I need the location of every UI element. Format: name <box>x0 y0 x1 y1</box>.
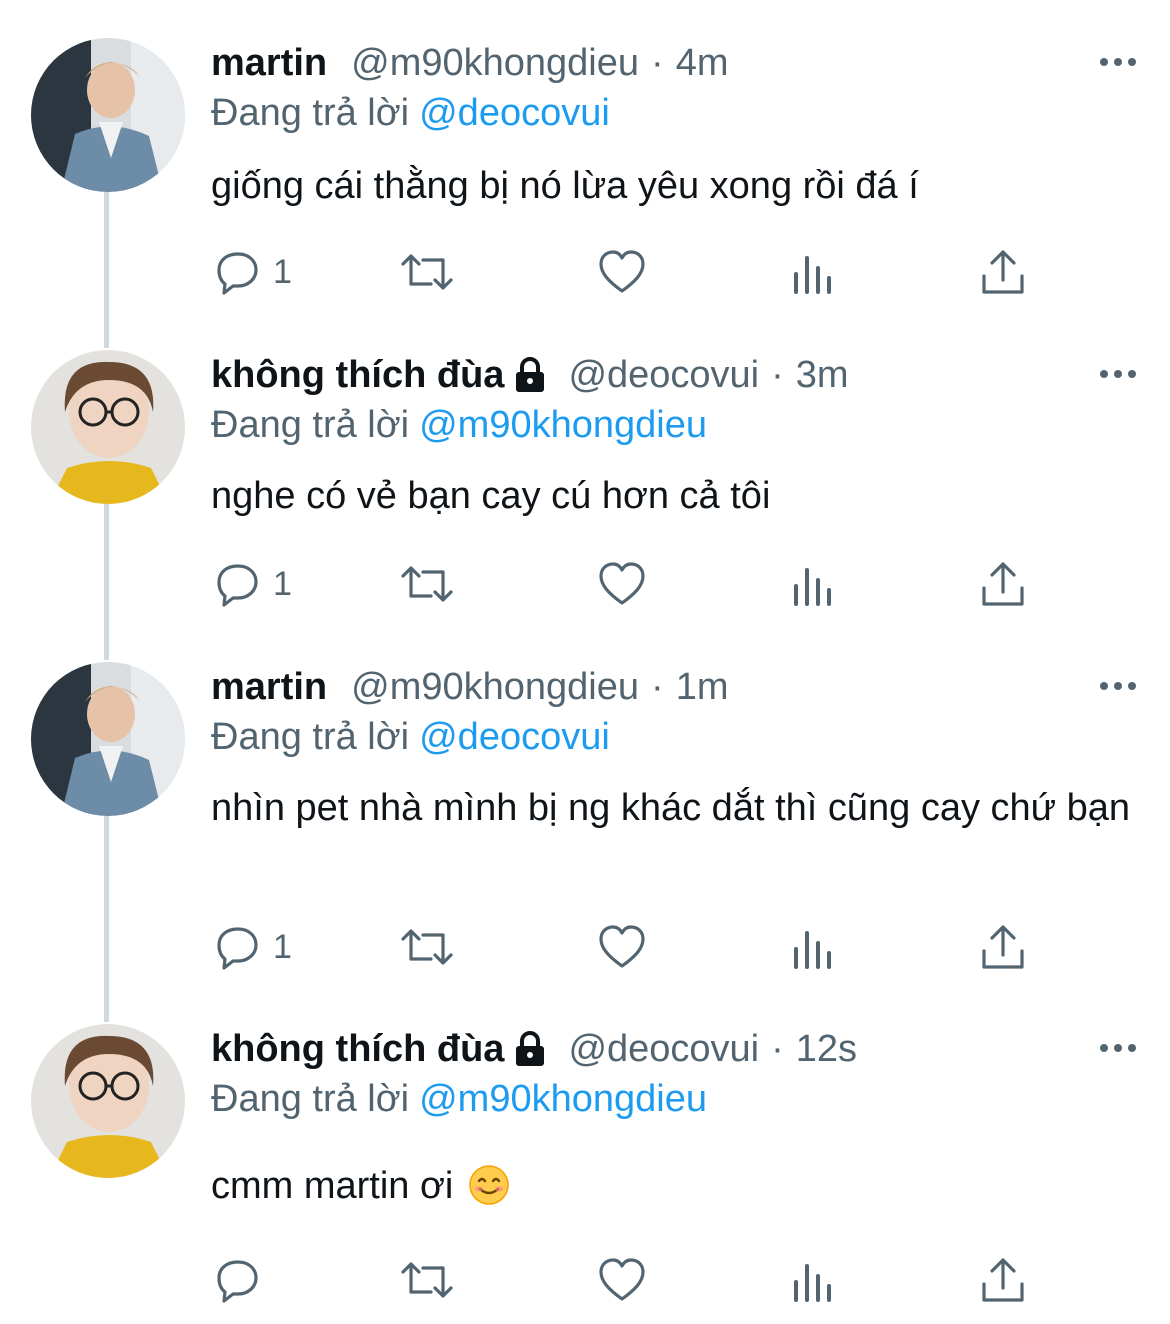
action-bar: 1 <box>211 246 1041 298</box>
timestamp[interactable]: 12s <box>796 1028 857 1071</box>
separator: · <box>651 665 664 708</box>
replying-to-label: Đang trả lời <box>211 404 410 446</box>
separator: · <box>771 1027 784 1070</box>
tweet-text: cmm martin ơi <box>211 1160 1131 1212</box>
heart-icon <box>599 250 645 293</box>
mention-link[interactable]: @deocovui <box>419 716 610 758</box>
avatar[interactable] <box>31 38 185 192</box>
avatar[interactable] <box>31 662 185 816</box>
reply-button[interactable]: 1 <box>211 246 292 298</box>
tweet-header: martin @m90khongdieu · 4m <box>211 38 728 88</box>
retweet-button[interactable] <box>399 1254 455 1306</box>
bar-chart-icon <box>794 568 831 606</box>
action-bar <box>211 1254 1041 1306</box>
retweet-icon <box>401 566 453 602</box>
heart-icon <box>599 925 645 968</box>
tweet-header: martin @m90khongdieu · 1m <box>211 662 728 712</box>
like-button[interactable] <box>596 1254 648 1306</box>
display-name[interactable]: không thích đùa <box>211 354 504 397</box>
retweet-button[interactable] <box>399 921 455 973</box>
share-button[interactable] <box>979 921 1027 973</box>
tweet-text: nhìn pet nhà mình bị ng khác dắt thì cũn… <box>211 787 1131 829</box>
like-button[interactable] <box>596 246 648 298</box>
reply-count: 1 <box>273 927 292 966</box>
share-upload-icon <box>982 925 1024 969</box>
replying-to: Đang trả lời @m90khongdieu <box>211 404 707 447</box>
views-button[interactable] <box>791 921 835 973</box>
mention-link[interactable]: @deocovui <box>419 92 610 134</box>
reply-bubble-icon <box>217 564 258 607</box>
heart-icon <box>599 562 645 605</box>
avatar[interactable] <box>31 1024 185 1178</box>
display-name[interactable]: martin <box>211 42 327 85</box>
reply-count: 1 <box>273 564 292 603</box>
more-dots-icon[interactable] <box>1098 362 1138 386</box>
share-button[interactable] <box>979 558 1027 610</box>
replying-to: Đang trả lời @deocovui <box>211 92 610 135</box>
reply-button[interactable]: 1 <box>211 921 292 973</box>
tweet[interactable]: không thích đùa @deocovui · 12s Đang trả… <box>0 1024 1170 1324</box>
smiling-face-emoji-icon <box>469 1165 509 1205</box>
like-button[interactable] <box>596 921 648 973</box>
handle[interactable]: @m90khongdieu <box>351 42 639 85</box>
handle[interactable]: @deocovui <box>568 1028 759 1071</box>
handle[interactable]: @deocovui <box>568 354 759 397</box>
retweet-button[interactable] <box>399 558 455 610</box>
display-name[interactable]: martin <box>211 666 327 709</box>
share-upload-icon <box>982 562 1024 606</box>
share-upload-icon <box>982 250 1024 294</box>
heart-icon <box>599 1258 645 1301</box>
action-bar: 1 <box>211 921 1041 973</box>
avatar[interactable] <box>31 350 185 504</box>
replying-to-label: Đang trả lời <box>211 92 410 134</box>
views-button[interactable] <box>791 1254 835 1306</box>
tweet-header: không thích đùa @deocovui · 3m <box>211 350 849 400</box>
retweet-icon <box>401 1262 453 1298</box>
more-dots-icon[interactable] <box>1098 674 1138 698</box>
timestamp[interactable]: 3m <box>796 354 849 397</box>
tweet-header: không thích đùa @deocovui · 12s <box>211 1024 857 1074</box>
tweet[interactable]: martin @m90khongdieu · 4m Đang trả lời @d… <box>0 38 1170 338</box>
more-dots-icon[interactable] <box>1098 1036 1138 1060</box>
tweet[interactable]: không thích đùa @deocovui · 3m Đang trả … <box>0 350 1170 650</box>
reply-button[interactable]: 1 <box>211 558 292 610</box>
reply-bubble-icon <box>217 252 258 295</box>
reply-count: 1 <box>273 252 292 291</box>
lock-icon <box>516 357 545 392</box>
share-upload-icon <box>982 1258 1024 1302</box>
share-button[interactable] <box>979 246 1027 298</box>
more-dots-icon[interactable] <box>1098 50 1138 74</box>
separator: · <box>771 353 784 396</box>
tweet-text: giống cái thằng bị nó lừa yêu xong rồi đ… <box>211 165 919 207</box>
retweet-icon <box>401 254 453 290</box>
replying-to: Đang trả lời @m90khongdieu <box>211 1078 707 1121</box>
timestamp[interactable]: 1m <box>676 666 729 709</box>
tweet[interactable]: martin @m90khongdieu · 1m Đang trả lời @d… <box>0 662 1170 1012</box>
display-name[interactable]: không thích đùa <box>211 1028 504 1071</box>
bar-chart-icon <box>794 931 831 969</box>
tweet-text-content: cmm martin ơi <box>211 1165 454 1207</box>
like-button[interactable] <box>596 558 648 610</box>
replying-to: Đang trả lời @deocovui <box>211 716 610 759</box>
tweet-text: nghe có vẻ bạn cay cú hơn cả tôi <box>211 475 771 517</box>
mention-link[interactable]: @m90khongdieu <box>419 1078 707 1120</box>
action-bar: 1 <box>211 558 1041 610</box>
separator: · <box>651 41 664 84</box>
replying-to-label: Đang trả lời <box>211 716 410 758</box>
handle[interactable]: @m90khongdieu <box>351 666 639 709</box>
share-button[interactable] <box>979 1254 1027 1306</box>
retweet-button[interactable] <box>399 246 455 298</box>
views-button[interactable] <box>791 246 835 298</box>
views-button[interactable] <box>791 558 835 610</box>
reply-bubble-icon <box>217 1260 258 1303</box>
bar-chart-icon <box>794 256 831 294</box>
lock-icon <box>516 1031 545 1066</box>
timestamp[interactable]: 4m <box>676 42 729 85</box>
mention-link[interactable]: @m90khongdieu <box>419 404 707 446</box>
replying-to-label: Đang trả lời <box>211 1078 410 1120</box>
retweet-icon <box>401 929 453 965</box>
bar-chart-icon <box>794 1264 831 1302</box>
reply-button[interactable] <box>211 1254 273 1306</box>
reply-bubble-icon <box>217 927 258 970</box>
